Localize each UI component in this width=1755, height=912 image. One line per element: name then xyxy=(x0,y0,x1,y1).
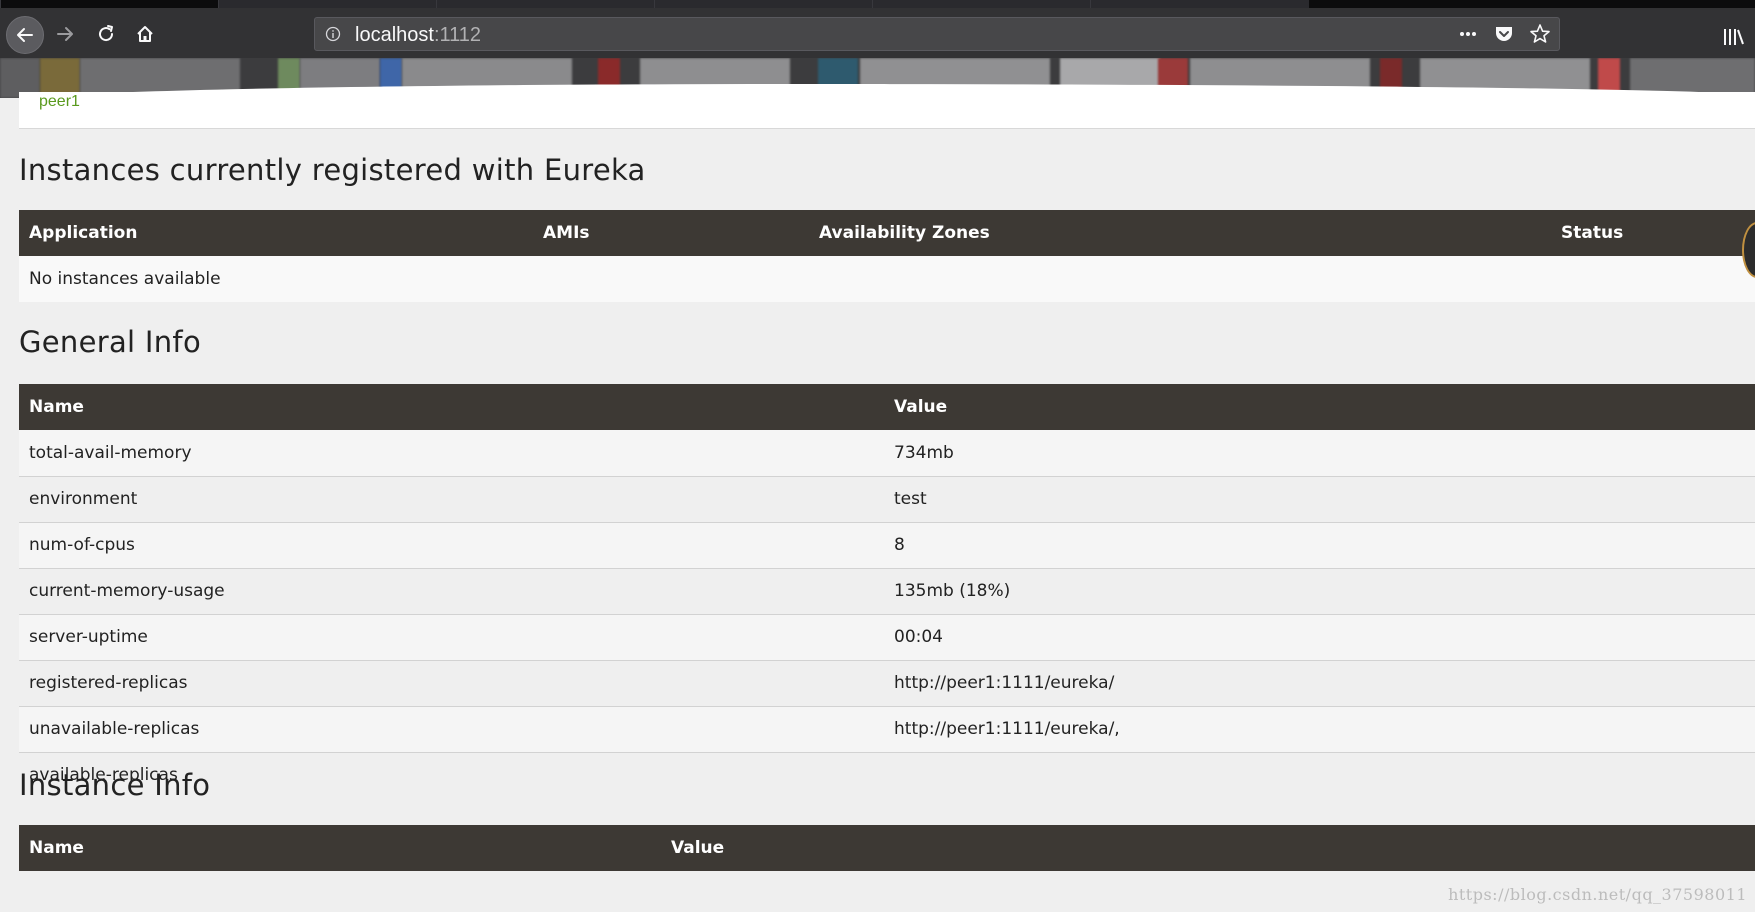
table-row: server-uptime 00:04 xyxy=(19,614,1755,661)
table-row: unavailable-replicas http://peer1:1111/e… xyxy=(19,706,1755,753)
table-row: total-avail-memory 734mb xyxy=(19,430,1755,477)
forward-button[interactable] xyxy=(48,17,82,51)
instance-info-table: Name Value xyxy=(19,825,1755,871)
column-header: Name xyxy=(19,825,661,871)
replica-panel: peer1 xyxy=(19,92,1755,129)
general-info-heading: General Info xyxy=(19,325,201,359)
info-name: total-avail-memory xyxy=(19,430,884,477)
column-header: Value xyxy=(661,825,1755,871)
table-header-row: Name Value xyxy=(19,384,1755,430)
more-actions-icon[interactable] xyxy=(1457,23,1479,45)
url-host: localhost xyxy=(355,24,434,46)
home-icon xyxy=(137,26,153,42)
address-bar[interactable]: localhost:1112 xyxy=(314,17,1560,51)
instances-heading: Instances currently registered with Eure… xyxy=(19,153,646,187)
table-row: No instances available xyxy=(19,256,1755,302)
info-value: 734mb xyxy=(884,430,1755,477)
info-name: environment xyxy=(19,476,884,523)
table-row: registered-replicas http://peer1:1111/eu… xyxy=(19,660,1755,707)
arrow-right-icon xyxy=(57,27,73,41)
pocket-icon[interactable] xyxy=(1493,23,1515,45)
reload-icon xyxy=(99,25,114,42)
column-header: AMIs xyxy=(533,210,809,256)
info-value xyxy=(884,752,1755,798)
info-value: 8 xyxy=(884,522,1755,569)
info-icon[interactable] xyxy=(325,26,341,42)
general-info-table: Name Value total-avail-memory 734mb envi… xyxy=(19,384,1755,798)
tab-strip xyxy=(0,0,1755,8)
home-button[interactable] xyxy=(128,17,162,51)
url-port: :1112 xyxy=(433,24,482,46)
column-header: Status xyxy=(1551,210,1755,256)
table-row: environment test xyxy=(19,476,1755,523)
table-header-row: Application AMIs Availability Zones Stat… xyxy=(19,210,1755,256)
info-name: num-of-cpus xyxy=(19,522,884,569)
info-value: 135mb (18%) xyxy=(884,568,1755,615)
url-text[interactable]: localhost:1112 xyxy=(355,24,481,47)
watermark: https://blog.csdn.net/qq_37598011 xyxy=(1448,885,1747,904)
column-header: Name xyxy=(19,384,884,430)
column-header: Application xyxy=(19,210,533,256)
star-icon[interactable] xyxy=(1529,23,1551,45)
info-name: server-uptime xyxy=(19,614,884,661)
info-name: registered-replicas xyxy=(19,660,884,707)
column-header: Availability Zones xyxy=(809,210,1551,256)
tab[interactable] xyxy=(872,0,1091,8)
instances-table: Application AMIs Availability Zones Stat… xyxy=(19,210,1755,302)
table-row: num-of-cpus 8 xyxy=(19,522,1755,569)
table-row: current-memory-usage 135mb (18%) xyxy=(19,568,1755,615)
info-value: http://peer1:1111/eureka/, xyxy=(884,706,1755,753)
tab[interactable] xyxy=(1090,0,1309,8)
column-header: Value xyxy=(884,384,1755,430)
back-button[interactable] xyxy=(6,16,44,54)
library-icon[interactable] xyxy=(1723,27,1745,47)
peer-link[interactable]: peer1 xyxy=(39,93,80,111)
tab[interactable] xyxy=(0,0,219,8)
tab[interactable] xyxy=(218,0,437,8)
arrow-left-icon xyxy=(17,28,33,42)
table-row: available-replicas xyxy=(19,752,1755,798)
navigation-toolbar: localhost:1112 xyxy=(0,8,1755,60)
empty-message: No instances available xyxy=(19,256,1755,302)
table-header-row: Name Value xyxy=(19,825,1755,871)
info-value: 00:04 xyxy=(884,614,1755,661)
url-actions xyxy=(1457,23,1551,45)
info-value: http://peer1:1111/eureka/ xyxy=(884,660,1755,707)
tab[interactable] xyxy=(654,0,873,8)
info-value: test xyxy=(884,476,1755,523)
tab[interactable] xyxy=(436,0,655,8)
info-name: current-memory-usage xyxy=(19,568,884,615)
reload-button[interactable] xyxy=(89,17,123,51)
instance-info-heading: Instance Info xyxy=(19,768,211,802)
info-name: unavailable-replicas xyxy=(19,706,884,753)
